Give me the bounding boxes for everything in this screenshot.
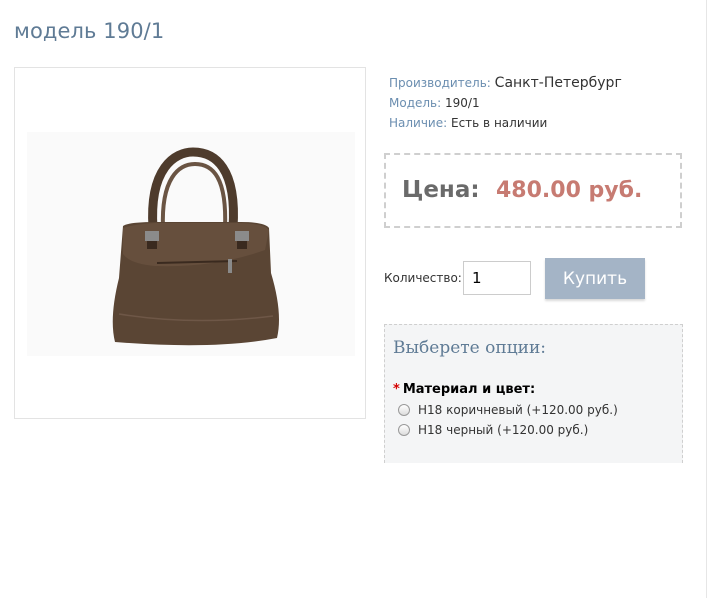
buy-button[interactable]: Купить	[545, 258, 645, 299]
option-brown[interactable]: Н18 коричневый (+120.00 руб.)	[398, 403, 618, 417]
material-option-heading: * Материал и цвет:	[393, 382, 535, 397]
option-brown-radio[interactable]	[398, 404, 410, 416]
option-black-label: Н18 черный (+120.00 руб.)	[418, 423, 589, 437]
model-value: 190/1	[445, 96, 480, 110]
options-panel: Выберете опции: * Материал и цвет: Н18 ко…	[384, 324, 683, 463]
price-value: 480.00 руб.	[496, 178, 643, 203]
required-asterisk: *	[393, 382, 400, 397]
availability-row: Наличие: Есть в наличии	[389, 113, 622, 133]
product-image-frame[interactable]	[14, 67, 366, 419]
option-black[interactable]: Н18 черный (+120.00 руб.)	[398, 423, 588, 437]
model-row: Модель: 190/1	[389, 93, 622, 113]
handbag-image	[112, 147, 279, 346]
model-label: Модель:	[389, 96, 442, 110]
price-label: Цена:	[402, 177, 480, 203]
manufacturer-row: Производитель: Санкт-Петербург	[389, 73, 622, 93]
availability-label: Наличие:	[389, 116, 448, 130]
option-brown-label: Н18 коричневый (+120.00 руб.)	[418, 403, 618, 417]
product-page: модель 190/1 Производитель: Санкт-Петерб…	[0, 0, 710, 598]
option-black-radio[interactable]	[398, 424, 410, 436]
price-box: Цена: 480.00 руб.	[384, 153, 682, 228]
material-option-label: Материал и цвет:	[402, 382, 536, 397]
availability-value: Есть в наличии	[451, 116, 548, 130]
options-title: Выберете опции:	[393, 338, 547, 358]
product-title: модель 190/1	[14, 19, 165, 43]
manufacturer-link[interactable]: Санкт-Петербург	[495, 75, 622, 91]
page-edge-divider	[706, 0, 707, 598]
quantity-input[interactable]	[463, 261, 531, 295]
manufacturer-label: Производитель:	[389, 76, 491, 90]
quantity-label: Количество:	[384, 271, 462, 285]
product-details: Производитель: Санкт-Петербург Модель: 1…	[389, 73, 622, 133]
